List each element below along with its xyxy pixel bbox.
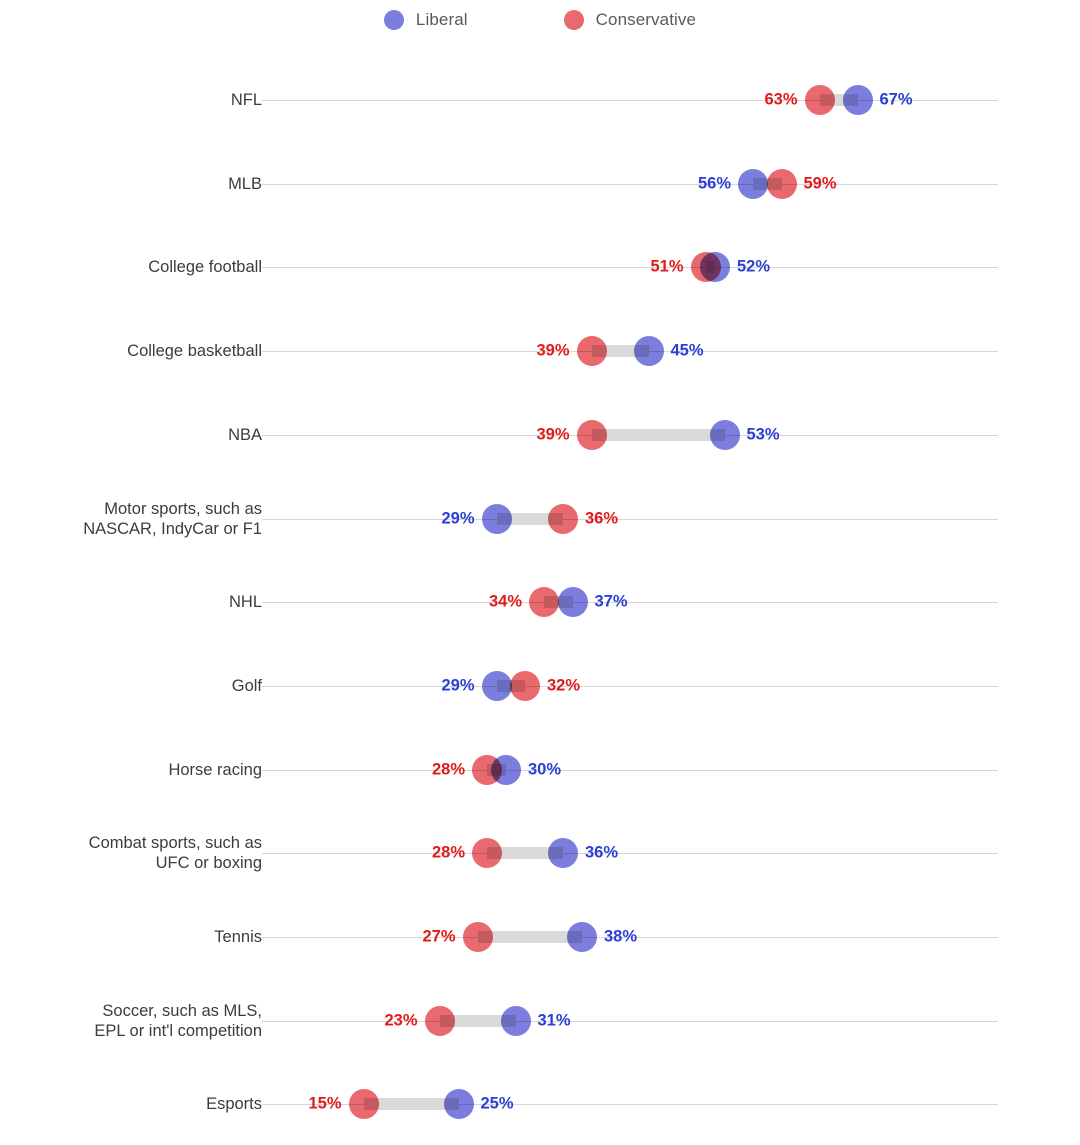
- liberal-value-label: 38%: [604, 927, 638, 946]
- conservative-value-label: 36%: [585, 509, 619, 527]
- conservative-dot[interactable]: [576, 419, 607, 450]
- conservative-dot[interactable]: [472, 838, 502, 869]
- category-label: NFL: [230, 90, 262, 109]
- conservative-value-label: 28%: [431, 843, 465, 862]
- liberal-value-label: 29%: [441, 676, 475, 695]
- conservative-dot[interactable]: [690, 252, 721, 283]
- liberal-dot[interactable]: [481, 503, 512, 534]
- conservative-dot[interactable]: [510, 670, 540, 701]
- conservative-value-label: 15%: [308, 1094, 342, 1113]
- conservative-dot[interactable]: [576, 336, 607, 367]
- conservative-value-label: 39%: [536, 341, 570, 360]
- liberal-dot[interactable]: [709, 419, 740, 450]
- category-label: Combat sports, such as UFC or boxing: [88, 834, 262, 873]
- liberal-dot[interactable]: [567, 922, 597, 952]
- row-axis-line: [262, 518, 998, 520]
- dumbbell-chart: Liberal Conservative NFL 67% 63% MLB 56% 59% Co…: [0, 0, 1080, 1145]
- liberal-value-label: 45%: [670, 341, 704, 360]
- conservative-value-label: 63%: [764, 90, 798, 109]
- liberal-dot[interactable]: [633, 336, 664, 367]
- category-label: NBA: [228, 425, 262, 444]
- conservative-value-label: 51%: [650, 257, 684, 276]
- category-label: Golf: [231, 676, 262, 695]
- row-axis-line: [262, 267, 998, 269]
- category-label: MLB: [228, 174, 262, 193]
- liberal-dot[interactable]: [738, 168, 768, 199]
- category-label: Esports: [206, 1095, 262, 1114]
- conservative-value-label: 27%: [422, 927, 456, 946]
- category-label: Horse racing: [168, 760, 262, 779]
- liberal-value-label: 30%: [528, 760, 562, 779]
- liberal-dot[interactable]: [557, 587, 588, 618]
- row-axis-line: [262, 769, 998, 771]
- conservative-value-label: 28%: [431, 760, 465, 779]
- conservative-dot[interactable]: [424, 1005, 455, 1036]
- conservative-dot[interactable]: [548, 503, 578, 534]
- category-label: NHL: [228, 593, 262, 612]
- liberal-value-label: 37%: [594, 592, 628, 611]
- row-axis-line: [262, 685, 998, 687]
- conservative-value-label: 23%: [384, 1011, 418, 1030]
- row-axis-line: [262, 183, 998, 185]
- conservative-dot[interactable]: [348, 1089, 379, 1120]
- conservative-dot[interactable]: [472, 754, 502, 785]
- liberal-dot[interactable]: [481, 670, 512, 701]
- liberal-value-label: 29%: [441, 509, 475, 527]
- category-label: Soccer, such as MLS, EPL or int'l compet…: [94, 1001, 262, 1040]
- row-axis-line: [262, 853, 998, 855]
- conservative-dot[interactable]: [462, 922, 493, 952]
- liberal-value-label: 31%: [537, 1011, 571, 1030]
- liberal-value-label: 67%: [879, 90, 913, 109]
- category-label: College football: [148, 258, 262, 277]
- category-label: Tennis: [214, 927, 262, 946]
- category-label: Motor sports, such as NASCAR, IndyCar or…: [83, 499, 262, 538]
- connector-bar: [591, 428, 725, 441]
- conservative-value-label: 39%: [536, 425, 570, 444]
- conservative-value-label: 59%: [803, 174, 837, 193]
- conservative-value-label: 32%: [547, 676, 581, 695]
- liberal-dot[interactable]: [443, 1089, 474, 1120]
- liberal-value-label: 36%: [585, 843, 619, 862]
- category-label: College basketball: [127, 342, 262, 361]
- liberal-value-label: 56%: [697, 174, 731, 193]
- conservative-dot[interactable]: [804, 85, 835, 115]
- plot-area: NFL 67% 63% MLB 56% 59% College football 52% 51%…: [0, 0, 1080, 1145]
- conservative-value-label: 34%: [488, 592, 522, 611]
- liberal-dot[interactable]: [842, 85, 873, 115]
- liberal-value-label: 52%: [737, 257, 771, 276]
- row-axis-line: [262, 602, 998, 604]
- conservative-dot[interactable]: [766, 168, 797, 199]
- row-axis-line: [262, 1020, 998, 1022]
- conservative-dot[interactable]: [529, 587, 559, 618]
- liberal-value-label: 25%: [480, 1094, 514, 1113]
- liberal-dot[interactable]: [548, 838, 578, 869]
- liberal-dot[interactable]: [500, 1005, 531, 1036]
- liberal-value-label: 53%: [746, 425, 780, 444]
